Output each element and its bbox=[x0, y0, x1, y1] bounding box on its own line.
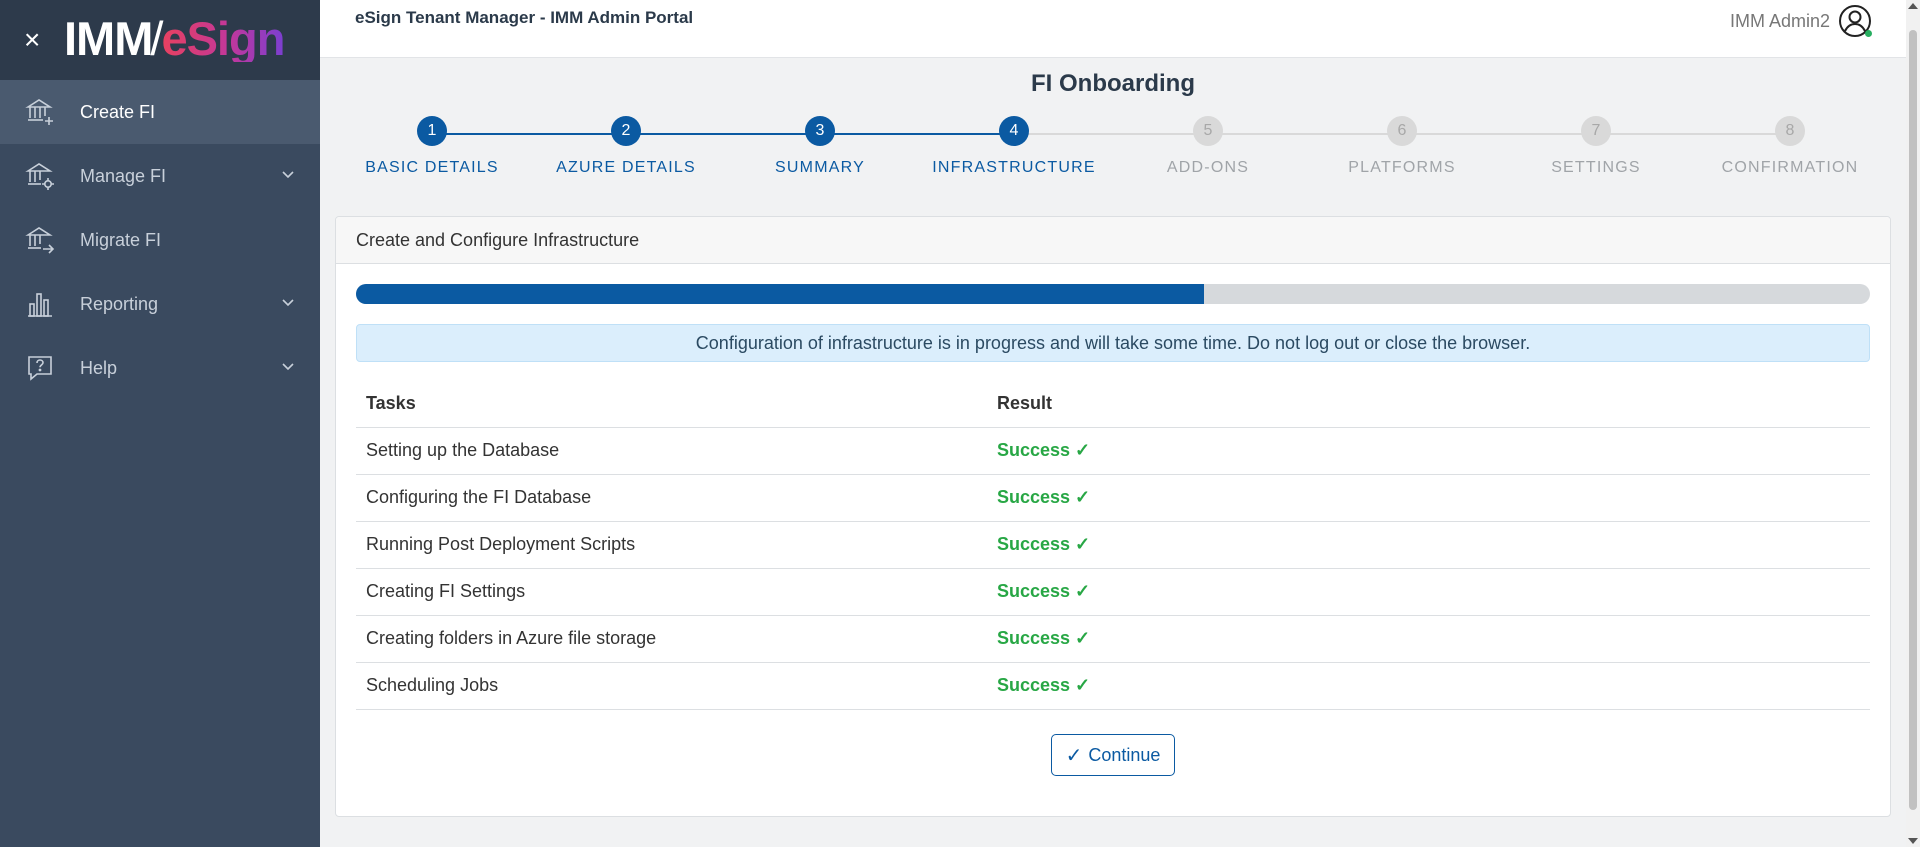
table-row: Creating FI Settings Success ✓ bbox=[356, 568, 1870, 616]
task-name: Running Post Deployment Scripts bbox=[356, 521, 987, 569]
step-label: PLATFORMS bbox=[1348, 159, 1456, 176]
step-label: BASIC DETAILS bbox=[365, 159, 499, 176]
logo-imm-text: IMM bbox=[64, 11, 153, 65]
sidebar-item-reporting[interactable]: Reporting bbox=[0, 272, 320, 336]
bank-plus-icon bbox=[24, 96, 56, 128]
step-settings: 7 SETTINGS bbox=[1499, 116, 1693, 177]
task-result: Success ✓ bbox=[987, 427, 1870, 475]
task-result: Success ✓ bbox=[987, 615, 1870, 663]
task-name: Scheduling Jobs bbox=[356, 662, 987, 710]
step-label: SETTINGS bbox=[1551, 159, 1641, 176]
step-number: 7 bbox=[1581, 116, 1611, 146]
chevron-down-icon[interactable] bbox=[280, 294, 296, 310]
step-label: ADD-ONS bbox=[1166, 159, 1250, 176]
step-azure-details[interactable]: 2 AZURE DETAILS bbox=[529, 116, 723, 177]
user-menu[interactable]: IMM Admin2 bbox=[1730, 4, 1872, 38]
bar-chart-icon bbox=[24, 288, 56, 320]
page-title: FI Onboarding bbox=[1031, 70, 1195, 97]
step-number: 2 bbox=[611, 116, 641, 146]
sidebar-item-label: Create FI bbox=[80, 101, 156, 122]
logo-esign-text: eSign bbox=[161, 11, 285, 65]
bank-gear-icon bbox=[24, 160, 56, 192]
close-icon[interactable]: × bbox=[24, 26, 46, 54]
step-number: 6 bbox=[1387, 116, 1417, 146]
progress-bar bbox=[356, 284, 1870, 304]
task-result: Success ✓ bbox=[987, 568, 1870, 616]
help-bubble-icon bbox=[24, 352, 56, 384]
card-title: Create and Configure Infrastructure bbox=[336, 217, 1890, 264]
sidebar: × IMM / eSign Create FI Manage FI Migrate … bbox=[0, 0, 320, 847]
sidebar-item-label: Help bbox=[80, 357, 118, 378]
column-header-tasks: Tasks bbox=[356, 380, 987, 428]
user-circle-icon[interactable] bbox=[1838, 4, 1872, 38]
tasks-table: Tasks Result Setting up the Database Suc… bbox=[356, 380, 1870, 710]
sidebar-item-label: Reporting bbox=[80, 293, 159, 314]
continue-button-label: Continue bbox=[1088, 744, 1161, 765]
scroll-down-arrow-icon[interactable] bbox=[1908, 838, 1918, 844]
step-label: CONFIRMATION bbox=[1721, 159, 1859, 176]
step-number: 3 bbox=[805, 116, 835, 146]
online-status-dot bbox=[1865, 30, 1872, 37]
step-label: INFRASTRUCTURE bbox=[932, 159, 1096, 176]
step-number: 1 bbox=[417, 116, 447, 146]
progress-fill bbox=[356, 284, 1204, 304]
sidebar-brand: × IMM / eSign bbox=[0, 0, 320, 80]
step-platforms: 6 PLATFORMS bbox=[1305, 116, 1499, 177]
task-name: Configuring the FI Database bbox=[356, 474, 987, 522]
step-number: 8 bbox=[1775, 116, 1805, 146]
step-label: AZURE DETAILS bbox=[556, 159, 696, 176]
info-alert: Configuration of infrastructure is in pr… bbox=[356, 324, 1870, 362]
chevron-down-icon[interactable] bbox=[280, 358, 296, 374]
task-name: Creating folders in Azure file storage bbox=[356, 615, 987, 663]
onboarding-stepper: 1 BASIC DETAILS 2 AZURE DETAILS 3 SUMMARY 4 INF… bbox=[335, 116, 1895, 186]
sidebar-item-label: Manage FI bbox=[80, 165, 167, 186]
table-header-row: Tasks Result bbox=[356, 380, 1870, 428]
page-scrollbar[interactable] bbox=[1906, 0, 1920, 847]
imm-esign-logo: IMM / eSign bbox=[64, 11, 285, 65]
bank-arrow-icon bbox=[24, 224, 56, 256]
app-title: eSign Tenant Manager - IMM Admin Portal bbox=[355, 8, 694, 27]
table-row: Creating folders in Azure file storage S… bbox=[356, 615, 1870, 663]
scroll-up-arrow-icon[interactable] bbox=[1908, 3, 1918, 9]
step-label: SUMMARY bbox=[775, 159, 865, 176]
top-header: eSign Tenant Manager - IMM Admin Portal … bbox=[320, 0, 1920, 58]
step-number: 5 bbox=[1193, 116, 1223, 146]
task-result: Success ✓ bbox=[987, 474, 1870, 522]
task-result: Success ✓ bbox=[987, 662, 1870, 710]
step-basic-details[interactable]: 1 BASIC DETAILS bbox=[335, 116, 529, 177]
column-header-result: Result bbox=[987, 380, 1870, 428]
sidebar-item-migrate-fi[interactable]: Migrate FI bbox=[0, 208, 320, 272]
check-icon: ✓ bbox=[1065, 744, 1083, 767]
infrastructure-card: Create and Configure Infrastructure Conf… bbox=[335, 216, 1891, 817]
sidebar-item-label: Migrate FI bbox=[80, 229, 162, 250]
continue-button[interactable]: ✓ Continue bbox=[1051, 734, 1175, 776]
task-name: Creating FI Settings bbox=[356, 568, 987, 616]
step-add-ons: 5 ADD-ONS bbox=[1111, 116, 1305, 177]
sidebar-item-help[interactable]: Help bbox=[0, 336, 320, 400]
step-summary[interactable]: 3 SUMMARY bbox=[723, 116, 917, 177]
sidebar-item-create-fi[interactable]: Create FI bbox=[0, 80, 320, 144]
chevron-down-icon[interactable] bbox=[280, 166, 296, 182]
task-name: Setting up the Database bbox=[356, 427, 987, 475]
step-number: 4 bbox=[999, 116, 1029, 146]
step-infrastructure[interactable]: 4 INFRASTRUCTURE bbox=[917, 116, 1111, 177]
step-confirmation: 8 CONFIRMATION bbox=[1693, 116, 1887, 177]
table-row: Setting up the Database Success ✓ bbox=[356, 427, 1870, 475]
table-row: Running Post Deployment Scripts Success … bbox=[356, 521, 1870, 569]
scrollbar-thumb[interactable] bbox=[1909, 30, 1917, 810]
sidebar-item-manage-fi[interactable]: Manage FI bbox=[0, 144, 320, 208]
task-result: Success ✓ bbox=[987, 521, 1870, 569]
user-name: IMM Admin2 bbox=[1729, 10, 1830, 31]
table-row: Configuring the FI Database Success ✓ bbox=[356, 474, 1870, 522]
table-row: Scheduling Jobs Success ✓ bbox=[356, 662, 1870, 710]
